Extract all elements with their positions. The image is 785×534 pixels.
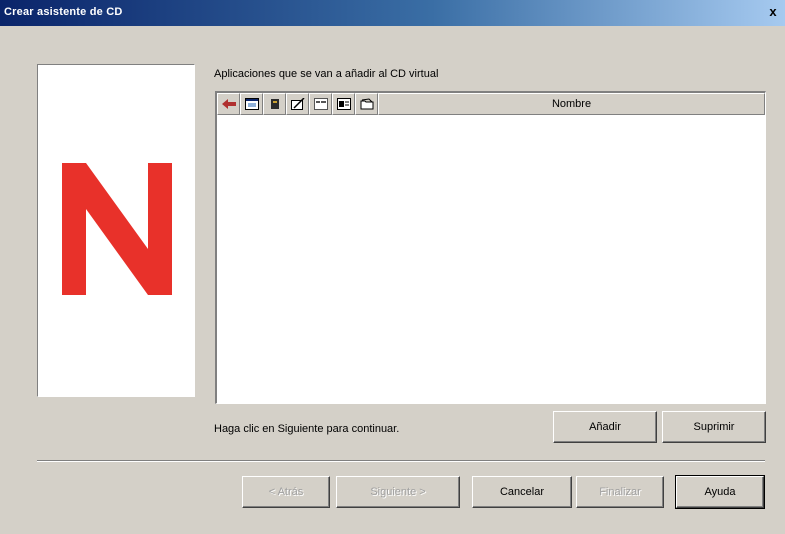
add-button[interactable]: Añadir: [553, 411, 657, 443]
close-icon[interactable]: x: [765, 4, 781, 20]
help-button[interactable]: Ayuda: [675, 475, 765, 509]
edit-icon[interactable]: [286, 93, 309, 115]
properties-icon[interactable]: [309, 93, 332, 115]
column-header-name[interactable]: Nombre: [378, 93, 765, 115]
next-button[interactable]: Siguiente >: [336, 476, 460, 508]
separator: [37, 460, 765, 462]
folder-icon[interactable]: [355, 93, 378, 115]
list-label: Aplicaciones que se van a añadir al CD v…: [214, 68, 439, 80]
display-icon[interactable]: [332, 93, 355, 115]
finish-button[interactable]: Finalizar: [576, 476, 664, 508]
title-bar[interactable]: Crear asistente de CD x: [0, 0, 785, 26]
app-icon[interactable]: [217, 93, 240, 115]
novell-logo: [62, 163, 172, 295]
window-icon[interactable]: [240, 93, 263, 115]
list-header: Nombre: [217, 93, 765, 115]
remove-button[interactable]: Suprimir: [662, 411, 766, 443]
wizard-window: Crear asistente de CD x Aplicaciones que…: [0, 0, 785, 534]
back-button[interactable]: < Atrás: [242, 476, 330, 508]
logo-panel: [37, 64, 195, 397]
book-icon[interactable]: [263, 93, 286, 115]
status-text: Haga clic en Siguiente para continuar.: [214, 423, 400, 435]
applications-list[interactable]: Nombre: [215, 91, 766, 404]
cancel-button[interactable]: Cancelar: [472, 476, 572, 508]
window-title: Crear asistente de CD: [4, 6, 123, 18]
